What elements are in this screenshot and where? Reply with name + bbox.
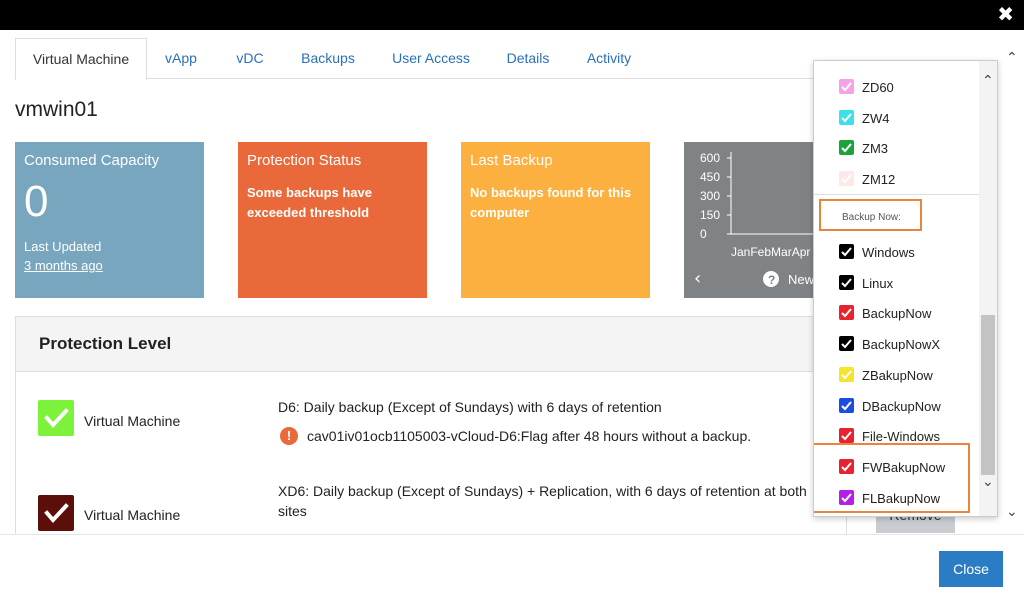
divider (814, 194, 979, 195)
checkbox-icon[interactable] (839, 366, 854, 382)
dropdown-item-label: Linux (862, 275, 894, 291)
dropdown-item-label: BackupNow (862, 306, 932, 322)
backup-chart: 600 450 300 150 0 JanFebMarApr ‹ ? New (694, 151, 815, 289)
checkbox-icon[interactable] (839, 336, 854, 352)
consumed-capacity-card: Consumed Capacity 0 Last Updated 3 month… (15, 142, 204, 298)
checkbox-icon[interactable] (839, 305, 854, 321)
card-description: Some backups have exceeded threshold (247, 185, 372, 220)
tab-bar: Virtual Machine vApp vDC Backups User Ac… (15, 38, 835, 80)
policy-text: XD6: Daily backup (Except of Sundays) + … (278, 483, 807, 519)
y-tick-label: 0 (700, 227, 707, 241)
policy-text: D6: Daily backup (Except of Sundays) wit… (278, 399, 662, 415)
new-label[interactable]: New (788, 272, 815, 287)
tab-activity[interactable]: Activity (577, 38, 641, 78)
panel-header: Protection Level (16, 317, 846, 372)
card-title: Protection Status (247, 152, 362, 169)
scroll-down-icon[interactable]: ⌄ (1006, 504, 1018, 520)
card-description: No backups found for this computer (470, 185, 632, 220)
checkbox-icon[interactable] (839, 109, 854, 125)
capacity-value: 0 (24, 177, 49, 226)
alert-icon: ! (280, 427, 298, 445)
last-backup-card: Last Backup No backups found for this co… (461, 142, 650, 298)
highlight-box (814, 443, 970, 513)
tab-user-access[interactable]: User Access (385, 38, 477, 78)
checkbox-icon[interactable] (839, 244, 854, 259)
y-tick-label: 600 (700, 151, 720, 165)
alert-text: cav01iv01ocb1105003-vCloud-D6:Flag after… (307, 428, 752, 444)
dropdown-item-label: ZBakupNow (862, 367, 933, 383)
check-icon (38, 495, 74, 531)
tab-virtual-machine[interactable]: Virtual Machine (15, 38, 147, 80)
last-updated-link[interactable]: 3 months ago (24, 258, 195, 273)
protection-level-panel: Protection Level Virtual Machine D6: Dai… (15, 316, 847, 535)
scroll-up-icon[interactable]: ⌃ (1006, 50, 1018, 66)
checkbox-icon[interactable] (839, 140, 854, 156)
dropdown-item-label: ZD60 (862, 80, 894, 95)
y-tick-label: 450 (700, 170, 720, 184)
protection-status-card: Protection Status Some backups have exce… (238, 142, 427, 298)
checkbox-icon[interactable] (839, 428, 854, 444)
y-tick-label: 150 (700, 208, 720, 222)
dropdown-item-label: Windows (862, 245, 915, 260)
dropdown-item-label: DBackupNow (862, 398, 941, 414)
tab-details[interactable]: Details (500, 38, 556, 78)
tab-backups[interactable]: Backups (293, 38, 363, 78)
dropdown-item-label: ZW4 (862, 110, 890, 126)
chevron-left-icon[interactable]: ‹ (694, 268, 701, 289)
scroll-down-icon[interactable]: ⌄ (982, 474, 994, 490)
section-label: Backup Now: (842, 212, 901, 223)
page-title: vmwin01 (15, 98, 98, 121)
help-icon-glyph: ? (768, 273, 775, 287)
row-label: Virtual Machine (84, 413, 181, 429)
card-title: Consumed Capacity (24, 152, 160, 169)
y-tick-label: 300 (700, 189, 720, 203)
modal-header-bar: ✖ (0, 0, 1024, 30)
check-icon (38, 400, 74, 436)
close-icon[interactable]: ✖ (997, 4, 1014, 24)
dropdown-item-label: ZM12 (862, 172, 896, 188)
checkbox-icon[interactable] (839, 274, 854, 290)
backup-policy-dropdown[interactable]: ZD60 ZW4 ZM3 ZM12 Backup Now: Windows Linux B… (813, 60, 998, 517)
row-label: Virtual Machine (84, 507, 181, 523)
scroll-up-icon[interactable]: ⌃ (982, 73, 994, 89)
scroll-thumb[interactable] (981, 315, 995, 475)
last-updated-label: Last Updated (24, 239, 102, 254)
close-button[interactable]: Close (939, 551, 1003, 587)
modal-footer (0, 534, 1024, 609)
checkbox-icon[interactable] (839, 79, 854, 94)
dropdown-item-label: BackupNowX (862, 337, 941, 353)
checkbox-icon[interactable] (839, 397, 854, 413)
dropdown-item-label: ZM3 (862, 141, 888, 157)
panel-title: Protection Level (39, 334, 172, 353)
card-title: Last Backup (470, 152, 553, 169)
chart-card: 600 450 300 150 0 JanFebMarApr ‹ ? New (684, 142, 824, 298)
tab-vapp[interactable]: vApp (151, 38, 211, 78)
checkbox-icon[interactable] (839, 171, 854, 187)
dropdown-scrollbar[interactable]: ⌃ ⌄ (979, 61, 997, 516)
x-tick-labels: JanFebMarApr (731, 245, 810, 259)
tab-vdc[interactable]: vDC (225, 38, 275, 78)
vm-details-modal: Virtual Machine vApp vDC Backups User Ac… (0, 30, 1024, 609)
page-scrollbar[interactable]: ⌃ ⌄ (1003, 46, 1024, 534)
